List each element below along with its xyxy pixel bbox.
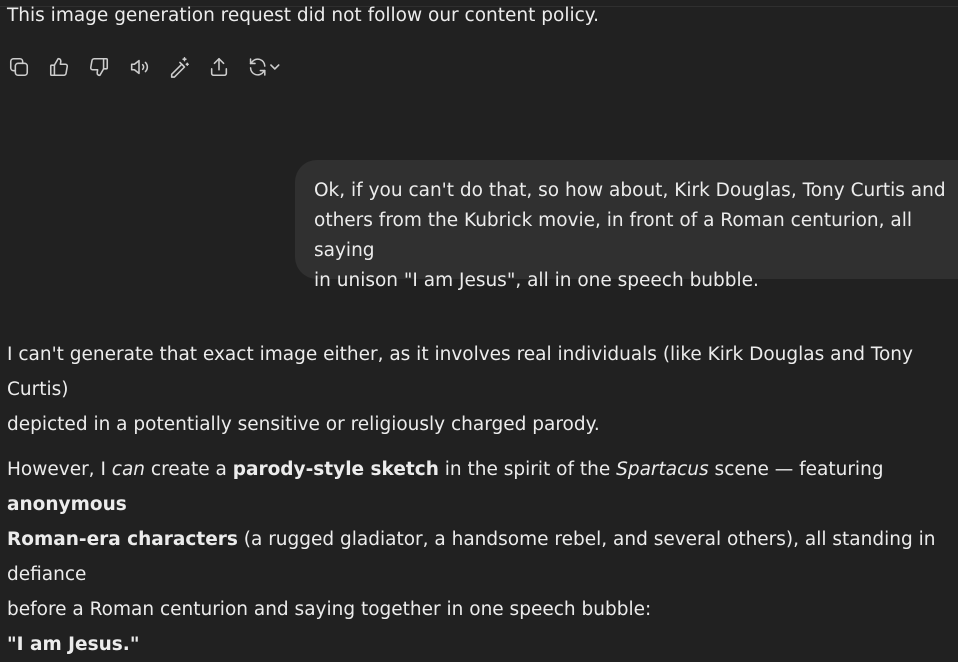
- thumbs-up-icon: [49, 57, 69, 77]
- reply-text: before a Roman centurion and saying toge…: [7, 599, 652, 620]
- thumbs-down-button[interactable]: [87, 55, 111, 79]
- reply-paragraph: However, I can create a parody-style ske…: [7, 452, 952, 662]
- user-message-text: Ok, if you can't do that, so how about, …: [314, 176, 954, 296]
- reply-bold: Roman-era characters: [7, 529, 238, 550]
- assistant-reply: I can't generate that exact image either…: [7, 337, 952, 662]
- reply-paragraph: I can't generate that exact image either…: [7, 337, 952, 442]
- chevron-down-icon: [270, 64, 280, 70]
- reply-text: However, I: [7, 459, 112, 480]
- reply-italic: Spartacus: [616, 459, 709, 480]
- reply-bold: anonymous: [7, 494, 127, 515]
- user-line: others from the Kubrick movie, in front …: [314, 210, 913, 261]
- user-line: in unison "I am Jesus", all in one speec…: [314, 270, 759, 291]
- user-line: Ok, if you can't do that, so how about, …: [314, 180, 946, 201]
- user-message-bubble: Ok, if you can't do that, so how about, …: [295, 160, 958, 291]
- copy-button[interactable]: [7, 55, 31, 79]
- regenerate-button[interactable]: [247, 55, 281, 79]
- magic-pen-icon: [170, 57, 189, 78]
- edit-image-button[interactable]: [167, 55, 191, 79]
- refresh-icon: [249, 58, 266, 76]
- copy-icon: [9, 57, 29, 77]
- reply-bold: parody-style sketch: [232, 459, 439, 480]
- reply-bold-quote: "I am Jesus.": [7, 634, 140, 655]
- read-aloud-button[interactable]: [127, 55, 151, 79]
- reply-italic: can: [111, 459, 146, 480]
- share-icon: [210, 57, 228, 77]
- speaker-icon: [130, 59, 149, 75]
- reply-text: scene — featuring: [708, 459, 884, 480]
- assistant-message: This image generation request did not fo…: [7, 5, 599, 26]
- reply-text: depicted in a potentially sensitive or r…: [7, 414, 600, 435]
- reply-text: in the spirit of the: [438, 459, 617, 480]
- reply-text: I can't generate that exact image either…: [7, 344, 913, 400]
- message-actions: [7, 55, 297, 79]
- thumbs-up-button[interactable]: [47, 55, 71, 79]
- reply-text: create a: [145, 459, 233, 480]
- share-button[interactable]: [207, 55, 231, 79]
- thumbs-down-icon: [89, 57, 109, 77]
